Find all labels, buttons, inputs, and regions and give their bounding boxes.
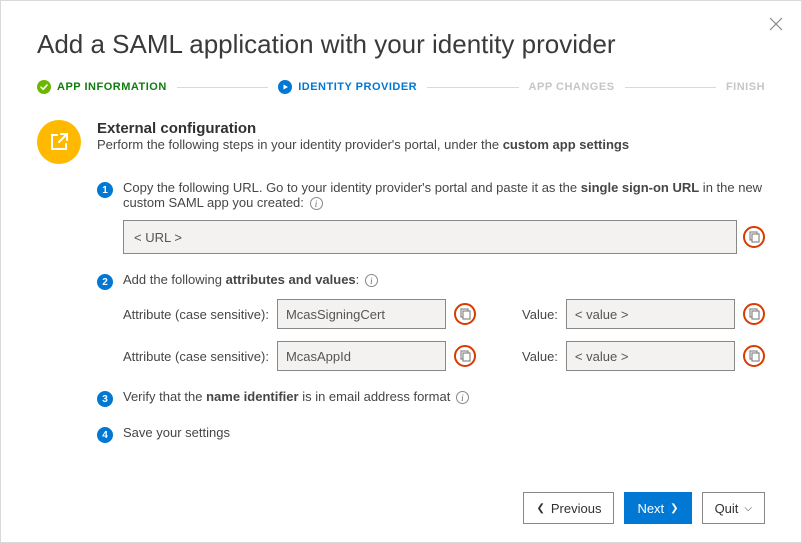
attribute-value-field[interactable] [566, 341, 735, 371]
external-config-header: External configuration Perform the follo… [37, 120, 765, 164]
info-icon[interactable]: i [456, 391, 469, 404]
step-label: FINISH [726, 81, 765, 93]
copy-attribute-button[interactable] [454, 345, 476, 367]
copy-attribute-button[interactable] [454, 303, 476, 325]
next-button[interactable]: Next ❯ [624, 492, 691, 524]
chevron-left-icon: ❮ [536, 503, 544, 514]
copy-icon [459, 350, 471, 362]
section-heading: External configuration [97, 120, 629, 137]
value-label: Value: [522, 349, 558, 364]
stepper-line [427, 87, 518, 88]
step-label: APP INFORMATION [57, 81, 167, 93]
close-button[interactable] [769, 15, 783, 35]
play-circle-icon [278, 80, 292, 94]
attributes-grid: Attribute (case sensitive): Value: Attri… [123, 299, 765, 371]
attribute-value-field[interactable] [566, 299, 735, 329]
copy-icon [748, 308, 760, 320]
chevron-down-icon: ⌵ [744, 503, 752, 514]
wizard-footer: ❮ Previous Next ❯ Quit ⌵ [523, 492, 765, 524]
section-subtext: Perform the following steps in your iden… [97, 137, 629, 152]
info-icon[interactable]: i [310, 197, 323, 210]
instruction-step-4: 4 Save your settings [97, 425, 765, 443]
dialog-title: Add a SAML application with your identit… [37, 29, 765, 60]
instruction-steps: 1 Copy the following URL. Go to your ide… [37, 180, 765, 443]
stepper-line [625, 87, 716, 88]
previous-button[interactable]: ❮ Previous [523, 492, 614, 524]
instruction-step-3: 3 Verify that the name identifier is in … [97, 389, 765, 407]
copy-value-button[interactable] [743, 345, 765, 367]
attribute-name-field[interactable] [277, 299, 446, 329]
step-label: APP CHANGES [529, 81, 615, 93]
close-icon [769, 17, 783, 31]
attribute-label: Attribute (case sensitive): [123, 307, 269, 322]
attribute-label: Attribute (case sensitive): [123, 349, 269, 364]
step-finish: FINISH [726, 81, 765, 93]
chevron-right-icon: ❯ [670, 503, 678, 514]
info-icon[interactable]: i [365, 274, 378, 287]
copy-icon [748, 350, 760, 362]
step-app-changes: APP CHANGES [529, 81, 615, 93]
checkmark-icon [37, 80, 51, 94]
step-number-badge: 1 [97, 182, 113, 198]
attribute-name-field[interactable] [277, 341, 446, 371]
copy-url-button[interactable] [743, 226, 765, 248]
copy-icon [748, 231, 760, 243]
copy-value-button[interactable] [743, 303, 765, 325]
step-number-badge: 3 [97, 391, 113, 407]
stepper-line [177, 87, 268, 88]
step-app-information[interactable]: APP INFORMATION [37, 80, 167, 94]
step-number-badge: 4 [97, 427, 113, 443]
copy-icon [459, 308, 471, 320]
wizard-stepper: APP INFORMATION IDENTITY PROVIDER APP CH… [37, 80, 765, 94]
step-identity-provider[interactable]: IDENTITY PROVIDER [278, 80, 417, 94]
value-label: Value: [522, 307, 558, 322]
quit-button[interactable]: Quit ⌵ [702, 492, 765, 524]
external-link-icon [37, 120, 81, 164]
instruction-step-1: 1 Copy the following URL. Go to your ide… [97, 180, 765, 254]
instruction-step-2: 2 Add the following attributes and value… [97, 272, 765, 371]
saml-wizard-dialog: Add a SAML application with your identit… [0, 0, 802, 543]
sso-url-field[interactable] [123, 220, 737, 254]
step-number-badge: 2 [97, 274, 113, 290]
step-label: IDENTITY PROVIDER [298, 81, 417, 93]
